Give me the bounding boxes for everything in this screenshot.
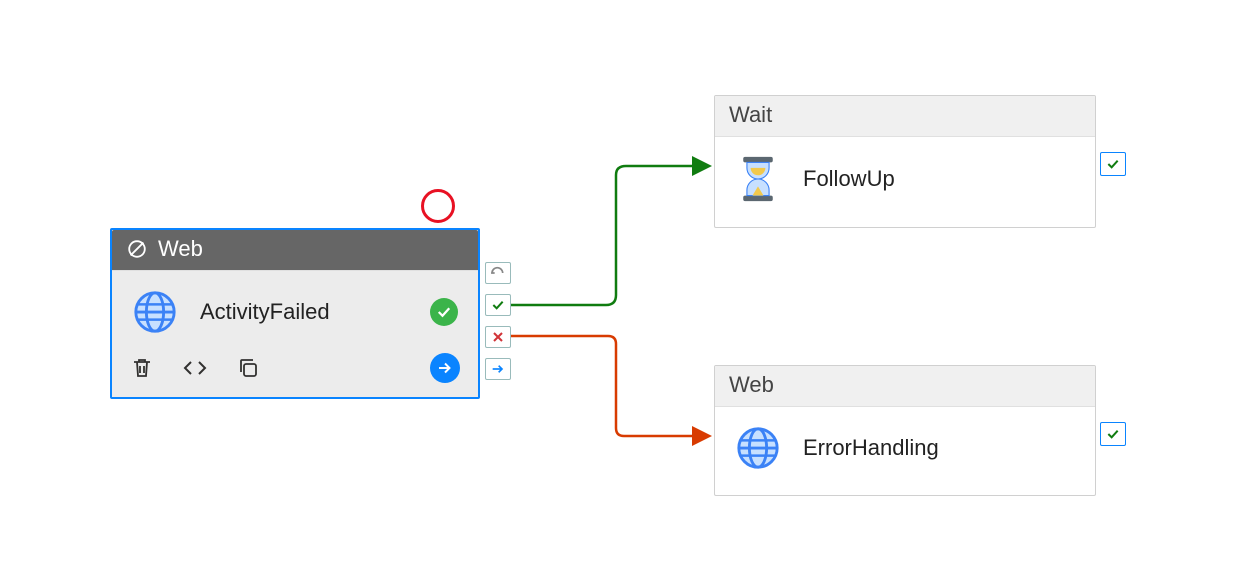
deactivated-icon — [126, 238, 148, 260]
port-skip[interactable] — [485, 358, 511, 380]
port-completion[interactable] — [485, 262, 511, 284]
connector-success[interactable] — [510, 166, 708, 305]
activity-header: Web — [112, 230, 478, 271]
add-next-button[interactable] — [430, 353, 460, 383]
activity-toolbar — [112, 343, 478, 397]
activity-node-followup[interactable]: Wait FollowUp — [714, 95, 1096, 228]
port-success[interactable] — [485, 294, 511, 316]
activity-name-label: FollowUp — [803, 166, 895, 192]
view-code-button[interactable] — [182, 356, 208, 380]
connector-failure[interactable] — [510, 336, 708, 436]
validation-badge[interactable] — [1100, 152, 1126, 176]
activity-node-errorhandling[interactable]: Web ErrorHandling — [714, 365, 1096, 496]
web-icon — [735, 425, 781, 471]
activity-type-label: Web — [158, 236, 203, 262]
validation-badge[interactable] — [1100, 422, 1126, 446]
activity-header: Wait — [715, 96, 1095, 137]
status-success-icon — [430, 298, 458, 326]
activity-header: Web — [715, 366, 1095, 407]
activity-type-label: Wait — [729, 102, 772, 127]
pipeline-canvas[interactable]: Web ActivityFailed — [0, 0, 1251, 588]
activity-name-label: ErrorHandling — [803, 435, 939, 461]
port-failure[interactable] — [485, 326, 511, 348]
clone-button[interactable] — [236, 356, 260, 380]
breakpoint-indicator[interactable] — [421, 189, 455, 223]
hourglass-icon — [735, 155, 781, 203]
activity-type-label: Web — [729, 372, 774, 397]
activity-node-activityfailed[interactable]: Web ActivityFailed — [110, 228, 480, 399]
delete-button[interactable] — [130, 356, 154, 380]
web-icon — [132, 289, 178, 335]
activity-name-label: ActivityFailed — [200, 299, 330, 325]
